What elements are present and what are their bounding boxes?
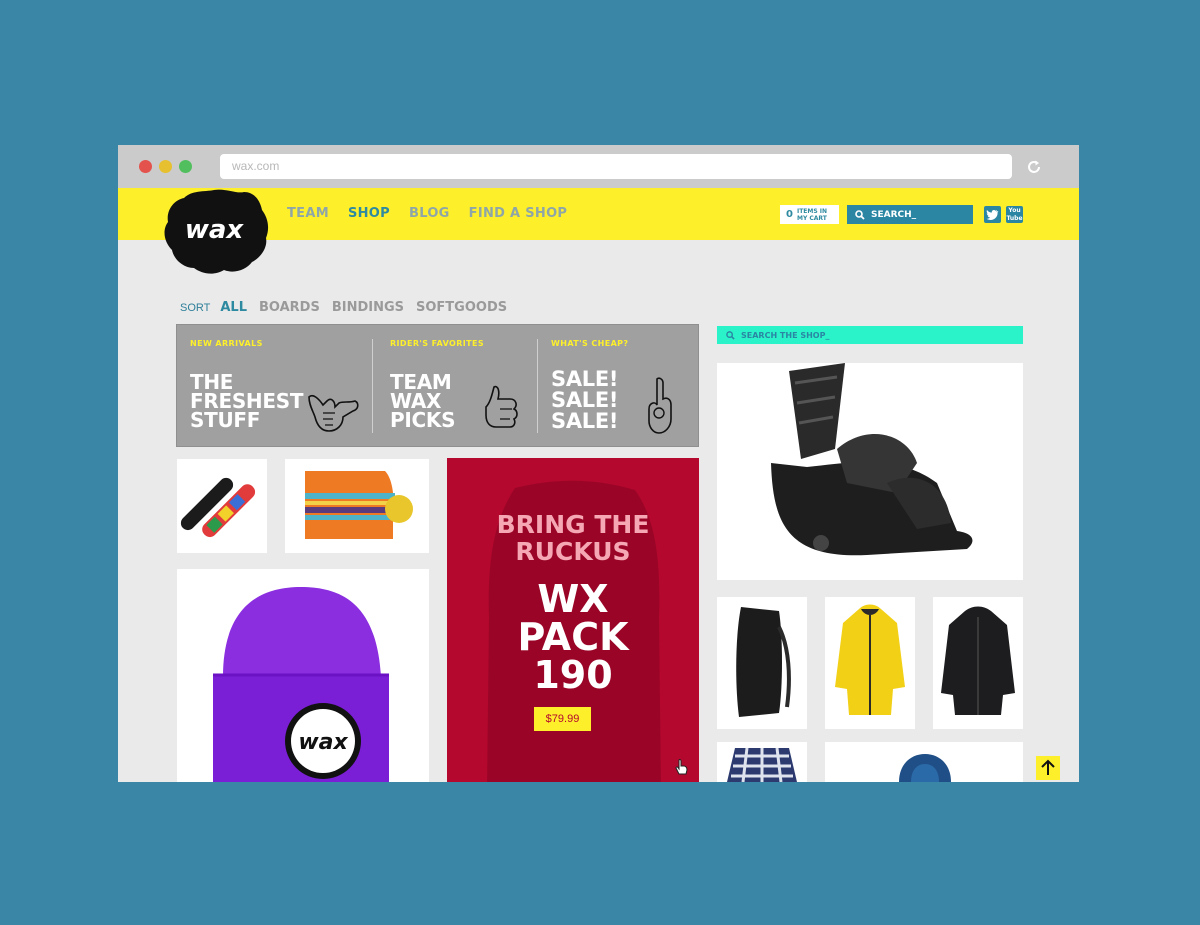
product-tile-plaid-shirt[interactable] <box>717 742 807 782</box>
main-nav: TEAM SHOP BLOG FIND A SHOP <box>287 206 567 221</box>
hero-wx-pack-190[interactable]: BRING THE RUCKUS WX PACK 190 $79.99 <box>447 458 699 782</box>
svg-text:wax: wax <box>298 730 348 755</box>
sort-softgoods[interactable]: SOFTGOODS <box>416 300 507 315</box>
product-tile-backpack[interactable] <box>717 597 807 729</box>
blue-hoodie-image <box>899 754 951 782</box>
promo-kicker: RIDER'S FAVORITES <box>390 339 485 348</box>
hand-cursor-icon <box>675 759 688 775</box>
hero-price-badge[interactable]: $79.99 <box>534 707 591 731</box>
backpack-image <box>736 607 791 717</box>
nav-find-a-shop[interactable]: FIND A SHOP <box>469 206 568 221</box>
arrow-up-icon <box>1041 759 1055 775</box>
nav-blog[interactable]: BLOG <box>409 206 450 221</box>
promo-new-arrivals[interactable]: NEW ARRIVALS THE FRESHEST STUFF <box>190 325 370 446</box>
sort-bar: SORT ALL BOARDS BINDINGS SOFTGOODS <box>180 300 507 315</box>
promo-line: SALE! <box>551 367 619 391</box>
black-jacket-image <box>941 606 1015 715</box>
orange-beanie-image <box>305 471 413 539</box>
sort-all[interactable]: ALL <box>220 300 247 315</box>
promo-sale[interactable]: WHAT'S CHEAP? SALE! SALE! SALE! <box>551 325 696 446</box>
close-window-button[interactable] <box>139 160 152 173</box>
cart-button[interactable]: 0 ITEMS IN MY CART <box>780 205 839 224</box>
svg-text:wax: wax <box>185 215 245 245</box>
hero-product-2: PACK <box>517 615 629 659</box>
promo-line: SALE! <box>551 388 619 412</box>
product-tile-purple-beanie[interactable]: wax <box>177 569 429 782</box>
search-icon <box>726 330 735 340</box>
thumbs-up-icon <box>485 385 518 428</box>
twitter-icon[interactable] <box>984 206 1001 223</box>
hero-tagline-2: RUCKUS <box>515 537 631 566</box>
promo-divider <box>537 339 538 433</box>
ok-hand-icon <box>648 377 672 434</box>
youtube-icon[interactable]: You Tube <box>1006 206 1023 223</box>
nav-shop[interactable]: SHOP <box>348 206 390 221</box>
cart-count: 0 <box>786 209 793 220</box>
back-to-top-button[interactable] <box>1036 756 1060 780</box>
hero-tagline-1: BRING THE <box>496 510 650 539</box>
promo-line: STUFF <box>190 408 261 432</box>
binding-image <box>771 363 973 556</box>
sort-label: SORT <box>180 302 211 314</box>
nav-team[interactable]: TEAM <box>287 206 329 221</box>
product-tile-binding[interactable] <box>717 363 1023 580</box>
product-tile-black-jacket[interactable] <box>933 597 1023 729</box>
shaka-hand-icon <box>308 394 359 432</box>
header-search-input[interactable]: SEARCH_ <box>847 205 973 224</box>
browser-window: wax.com wax TEAM SHOP BLOG FIND A SHOP 0… <box>118 145 1079 782</box>
product-tile-snowboards[interactable] <box>177 459 267 553</box>
cart-label: ITEMS IN MY CART <box>796 207 828 222</box>
shop-search-label: SEARCH THE SHOP_ <box>741 330 830 340</box>
purple-beanie-image: wax <box>213 587 389 782</box>
promo-banner: NEW ARRIVALS THE FRESHEST STUFF RIDER'S … <box>176 324 699 447</box>
header-search-label: SEARCH_ <box>871 209 917 220</box>
product-tile-orange-beanie[interactable] <box>285 459 429 553</box>
hero-product-3: 190 <box>533 653 613 697</box>
address-bar-url: wax.com <box>232 159 280 173</box>
shop-search-input[interactable]: SEARCH THE SHOP_ <box>717 326 1023 344</box>
search-icon <box>855 209 865 220</box>
maximize-window-button[interactable] <box>179 160 192 173</box>
promo-line: SALE! <box>551 409 619 433</box>
address-bar[interactable]: wax.com <box>220 154 1012 179</box>
youtube-label: You Tube <box>1006 207 1023 222</box>
promo-line: PICKS <box>390 408 456 432</box>
reload-icon[interactable] <box>1025 158 1043 176</box>
wax-logo[interactable]: wax <box>156 186 272 276</box>
promo-divider <box>372 339 373 433</box>
snowboard-image <box>180 477 256 538</box>
promo-kicker: NEW ARRIVALS <box>190 339 263 348</box>
sort-bindings[interactable]: BINDINGS <box>332 300 404 315</box>
minimize-window-button[interactable] <box>159 160 172 173</box>
sort-boards[interactable]: BOARDS <box>259 300 320 315</box>
hero-product-1: WX <box>537 577 609 621</box>
plaid-shirt-image <box>727 747 797 782</box>
yellow-jacket-image <box>835 604 905 715</box>
product-tile-yellow-jacket[interactable] <box>825 597 915 729</box>
browser-toolbar: wax.com <box>118 145 1079 188</box>
promo-kicker: WHAT'S CHEAP? <box>551 339 629 348</box>
site-header: wax TEAM SHOP BLOG FIND A SHOP 0 ITEMS I… <box>118 188 1079 274</box>
product-tile-blue-hoodie[interactable] <box>825 742 1023 782</box>
promo-team-picks[interactable]: RIDER'S FAVORITES TEAM WAX PICKS <box>390 325 535 446</box>
